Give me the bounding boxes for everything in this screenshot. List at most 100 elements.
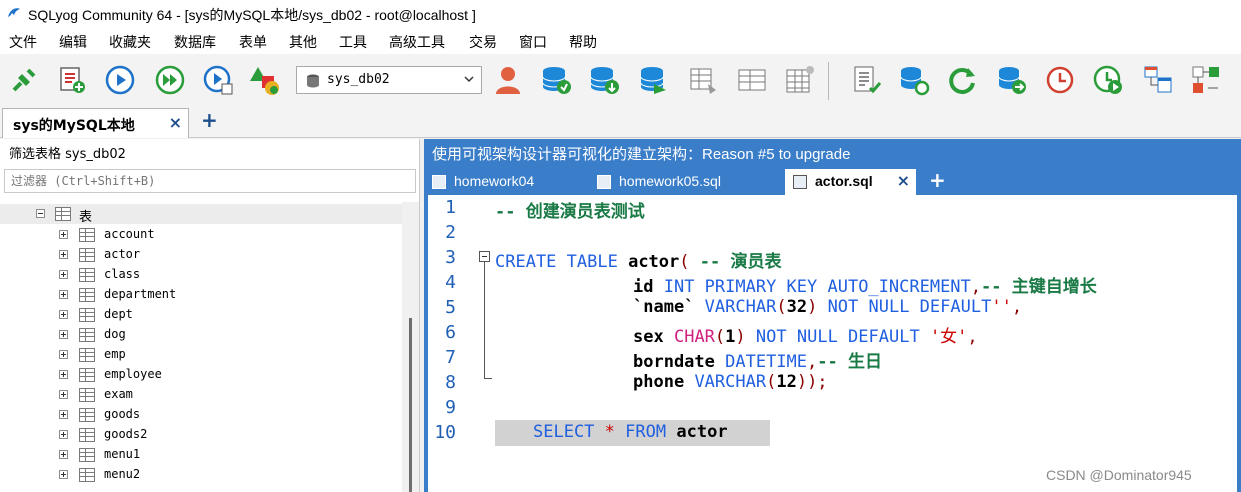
expand-icon[interactable]: [59, 290, 68, 299]
tab-actor-sql[interactable]: actor.sql ×: [785, 169, 916, 195]
expand-icon[interactable]: [59, 230, 68, 239]
db-copy-icon[interactable]: [996, 64, 1028, 96]
user-manager-icon[interactable]: [492, 64, 524, 96]
execute-icon[interactable]: [104, 64, 136, 96]
import-db-icon[interactable]: [588, 64, 620, 96]
sync-db-icon[interactable]: [898, 64, 930, 96]
sql-file-icon: [793, 175, 807, 189]
table-export-icon[interactable]: [784, 64, 816, 96]
code-keyword: DATETIME: [725, 352, 808, 372]
add-query-tab-button[interactable]: +: [929, 168, 946, 192]
sql-script-icon[interactable]: [850, 64, 882, 96]
tree-item-table[interactable]: actor: [0, 244, 400, 264]
toolbar-separator: [828, 62, 829, 100]
title-bar: SQLyog Community 64 - [sys的MySQL本地/sys_d…: [0, 0, 1241, 28]
editor-header: 使用可视架构设计器可视化的建立架构：Reason #5 to upgrade: [424, 139, 1241, 167]
menu-other[interactable]: 其他: [289, 32, 317, 52]
tab-connection[interactable]: sys的MySQL本地 ×: [2, 108, 189, 138]
tab-homework05-label: homework05.sql: [619, 173, 721, 189]
expand-icon[interactable]: [59, 350, 68, 359]
menu-database[interactable]: 数据库: [174, 32, 216, 52]
close-icon[interactable]: ×: [897, 171, 910, 190]
expand-icon[interactable]: [59, 410, 68, 419]
expand-icon[interactable]: [59, 390, 68, 399]
menu-table[interactable]: 表单: [239, 32, 267, 52]
add-connection-tab-button[interactable]: +: [201, 108, 218, 132]
fold-toggle[interactable]: [479, 251, 490, 262]
code-identifier: sex: [633, 327, 664, 347]
filter-input[interactable]: [4, 169, 416, 193]
menu-transactions[interactable]: 交易: [469, 32, 497, 52]
table-grid-icon[interactable]: [736, 64, 768, 96]
create-db-icon[interactable]: [540, 64, 572, 96]
menu-help[interactable]: 帮助: [569, 32, 597, 52]
code-punct: (: [776, 297, 787, 317]
tree-item-table[interactable]: dept: [0, 304, 400, 324]
code-punct: *: [604, 422, 615, 442]
tree-item-table[interactable]: employee: [0, 364, 400, 384]
menu-favorites[interactable]: 收藏夹: [109, 32, 151, 52]
code-keyword: VARCHAR: [704, 297, 777, 317]
menu-tools[interactable]: 工具: [339, 32, 367, 52]
connect-icon[interactable]: [8, 64, 40, 96]
tree-root-tables[interactable]: 表: [0, 204, 402, 225]
close-icon[interactable]: ×: [169, 113, 182, 132]
execute-edit-icon[interactable]: [202, 64, 234, 96]
menu-edit[interactable]: 编辑: [59, 32, 87, 52]
expand-icon[interactable]: [59, 310, 68, 319]
tree-item-table[interactable]: menu1: [0, 444, 400, 464]
upgrade-tip[interactable]: 使用可视架构设计器可视化的建立架构：Reason #5 to upgrade: [432, 143, 850, 164]
collapse-icon[interactable]: [36, 209, 45, 218]
expand-icon[interactable]: [59, 370, 68, 379]
tab-homework04-label: homework04: [454, 173, 535, 189]
tab-homework05[interactable]: homework05.sql: [589, 169, 779, 195]
code-line-7: borndate DATETIME,-- 生日: [633, 347, 882, 372]
code-punct: ,: [807, 352, 818, 372]
tree-item-table[interactable]: menu2: [0, 464, 400, 484]
tree-item-table[interactable]: class: [0, 264, 400, 284]
schedule-icon[interactable]: [1044, 64, 1076, 96]
table-icon: [79, 368, 95, 382]
expand-icon[interactable]: [59, 330, 68, 339]
refresh-icon[interactable]: [946, 64, 978, 96]
table-diff-icon[interactable]: [688, 64, 720, 96]
tree-root-label: 表: [79, 210, 93, 225]
code-line-1: -- 创建演员表测试: [495, 197, 645, 222]
backup-db-icon[interactable]: [638, 64, 670, 96]
tree-item-table[interactable]: account: [0, 224, 400, 244]
tree-item-table[interactable]: goods: [0, 404, 400, 424]
code-punct: ,: [1011, 297, 1023, 317]
menu-window[interactable]: 窗口: [519, 32, 547, 52]
expand-icon[interactable]: [59, 250, 68, 259]
tree-item-label: class: [104, 267, 141, 281]
schema-shapes-icon[interactable]: [248, 64, 280, 96]
expand-icon[interactable]: [59, 270, 68, 279]
tab-homework04[interactable]: homework04: [424, 169, 584, 195]
expand-icon[interactable]: [59, 470, 68, 479]
table-icon: [79, 248, 95, 262]
table-icon: [79, 388, 95, 402]
query-builder-icon[interactable]: [1190, 64, 1222, 96]
tree-item-label: employee: [104, 367, 162, 381]
line-number: 9: [445, 397, 456, 418]
tree-item-table[interactable]: goods2: [0, 424, 400, 444]
tree-item-table[interactable]: emp: [0, 344, 400, 364]
new-query-icon[interactable]: [56, 64, 88, 96]
line-number: 1: [445, 197, 456, 218]
run-schedule-icon[interactable]: [1092, 64, 1124, 96]
code-line-3: CREATE TABLE actor( -- 演员表: [495, 247, 781, 272]
schema-designer-icon[interactable]: [1142, 64, 1174, 96]
expand-icon[interactable]: [59, 430, 68, 439]
filter-label-text: 筛选表格 sys_db02: [9, 147, 126, 162]
code-punct: (: [714, 327, 726, 347]
database-select[interactable]: sys_db02: [296, 66, 482, 94]
tree-item-table[interactable]: department: [0, 284, 400, 304]
tree-scrollbar-thumb[interactable]: [409, 318, 412, 492]
tree-item-table[interactable]: exam: [0, 384, 400, 404]
expand-icon[interactable]: [59, 450, 68, 459]
tree-item-table[interactable]: dog: [0, 324, 400, 344]
code-punct: ,: [970, 277, 982, 297]
menu-file[interactable]: 文件: [9, 32, 37, 52]
menu-advanced-tools[interactable]: 高级工具: [389, 32, 445, 52]
execute-all-icon[interactable]: [154, 64, 186, 96]
